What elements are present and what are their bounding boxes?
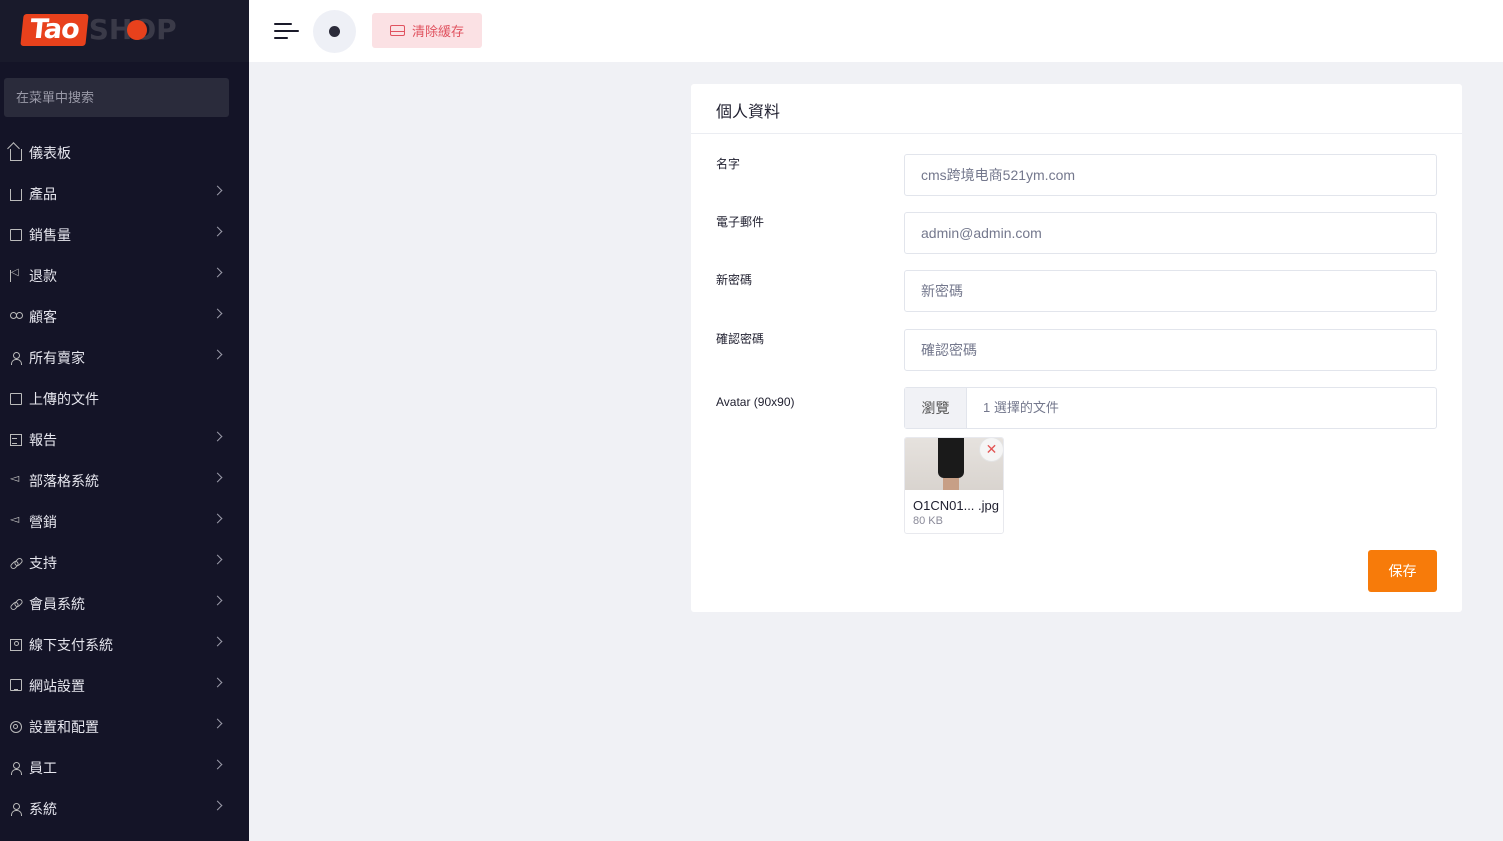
new-password-field[interactable]: 新密碼 [904, 270, 1437, 312]
sidebar-item-label: 支持 [29, 554, 57, 571]
chevron-right-icon [212, 349, 223, 360]
sidebar-item-label: 設置和配置 [29, 718, 99, 735]
monitor-icon [10, 678, 22, 691]
chevron-right-icon [212, 431, 223, 442]
email-label: 電子郵件 [716, 215, 765, 229]
confirm-password-label: 確認密碼 [716, 332, 765, 346]
sidebar-item-label: 線下支付系統 [29, 636, 113, 653]
sidebar-item-label: 報告 [29, 431, 57, 448]
topbar: 清除緩存 [249, 0, 1503, 62]
remove-file-icon[interactable]: ✕ [979, 438, 1003, 462]
chevron-right-icon [212, 267, 223, 278]
sidebar-item-label: 部落格系統 [29, 472, 99, 489]
profile-card: 個人資料 名字 cms跨境电商521ym.com 電子郵件 admin@admi… [691, 84, 1462, 612]
chevron-right-icon [212, 185, 223, 196]
clear-cache-label: 清除緩存 [412, 24, 465, 39]
sidebar-item[interactable]: 儀表板 [0, 132, 249, 173]
sidebar-item-label: 退款 [29, 267, 57, 284]
sidebar-menu: 儀表板產品銷售量退款顧客所有賣家上傳的文件報告部落格系統營銷支持會員系統線下支付… [0, 132, 249, 829]
language-button[interactable] [313, 10, 356, 53]
link-icon [10, 598, 22, 610]
chevron-right-icon [212, 513, 223, 524]
save-button[interactable]: 保存 [1368, 550, 1437, 592]
megaphone-icon [10, 512, 22, 528]
sidebar-item-label: 會員系統 [29, 595, 85, 612]
sidebar-item[interactable]: 營銷 [0, 501, 249, 542]
home-icon [10, 148, 22, 161]
sidebar: TaoSHOP 在菜單中搜索 儀表板產品銷售量退款顧客所有賣家上傳的文件報告部落… [0, 0, 249, 841]
sidebar-item-label: 上傳的文件 [29, 390, 99, 407]
chevron-right-icon [212, 636, 223, 647]
file-size: 80 KB [913, 515, 943, 527]
menu-search-input[interactable]: 在菜單中搜索 [4, 78, 229, 117]
sidebar-item[interactable]: 部落格系統 [0, 460, 249, 501]
user-icon [10, 761, 22, 775]
sidebar-item[interactable]: 系統 [0, 788, 249, 829]
chevron-right-icon [212, 308, 223, 319]
link-icon [10, 557, 22, 569]
sidebar-item[interactable]: 員工 [0, 747, 249, 788]
logo-tao: Tao [20, 14, 89, 46]
users-icon [10, 311, 23, 323]
sidebar-item[interactable]: 支持 [0, 542, 249, 583]
chevron-right-icon [212, 677, 223, 688]
avatar-label: Avatar (90x90) [716, 395, 795, 409]
browse-button[interactable]: 瀏覽 [905, 388, 967, 428]
user-icon [10, 802, 22, 816]
cart-icon [10, 188, 22, 201]
email-field[interactable]: admin@admin.com [904, 212, 1437, 254]
sidebar-item[interactable]: 上傳的文件 [0, 378, 249, 419]
megaphone-icon [10, 471, 22, 487]
sidebar-item-label: 產品 [29, 185, 57, 202]
sidebar-item-label: 顧客 [29, 308, 57, 325]
chevron-right-icon [212, 759, 223, 770]
sidebar-item-label: 員工 [29, 759, 57, 776]
menu-toggle-icon[interactable] [274, 21, 299, 41]
sidebar-item[interactable]: 所有賣家 [0, 337, 249, 378]
chevron-right-icon [212, 554, 223, 565]
gear-icon [10, 720, 22, 733]
chevron-right-icon [212, 226, 223, 237]
sidebar-item[interactable]: 顧客 [0, 296, 249, 337]
sidebar-item[interactable]: 報告 [0, 419, 249, 460]
file-icon [10, 392, 22, 405]
sidebar-item[interactable]: 銷售量 [0, 214, 249, 255]
sidebar-item-label: 銷售量 [29, 226, 71, 243]
sidebar-item[interactable]: 會員系統 [0, 583, 249, 624]
refund-icon [10, 267, 22, 282]
report-icon [10, 433, 22, 446]
new-password-label: 新密碼 [716, 273, 753, 287]
user-icon [10, 351, 22, 365]
sidebar-item-label: 網站設置 [29, 677, 85, 694]
avatar-preview: ✕ O1CN01... .jpg 80 KB [904, 437, 1004, 534]
sidebar-item[interactable]: 退款 [0, 255, 249, 296]
sidebar-item-label: 所有賣家 [29, 349, 85, 366]
name-label: 名字 [716, 157, 741, 171]
confirm-password-field[interactable]: 確認密碼 [904, 329, 1437, 371]
chevron-right-icon [212, 718, 223, 729]
chevron-right-icon [212, 800, 223, 811]
file-selected-text: 1 選擇的文件 [983, 400, 1059, 415]
sidebar-item[interactable]: 線下支付系統 [0, 624, 249, 665]
clear-cache-button[interactable]: 清除緩存 [372, 13, 482, 48]
avatar-file-input[interactable]: 瀏覽 1 選擇的文件 [904, 387, 1437, 429]
chevron-right-icon [212, 595, 223, 606]
name-field[interactable]: cms跨境电商521ym.com [904, 154, 1437, 196]
logo[interactable]: TaoSHOP [0, 0, 249, 62]
sidebar-item-label: 營銷 [29, 513, 57, 530]
tray-icon [390, 25, 405, 36]
file-name: O1CN01... .jpg [913, 498, 999, 513]
sidebar-item-label: 系統 [29, 800, 57, 817]
chevron-right-icon [212, 472, 223, 483]
money-icon [10, 638, 22, 651]
sidebar-item[interactable]: 網站設置 [0, 665, 249, 706]
bill-icon [10, 228, 22, 241]
logo-cart-icon [126, 20, 147, 40]
globe-icon [329, 26, 340, 37]
sidebar-item[interactable]: 產品 [0, 173, 249, 214]
logo-shop: SHOP [89, 14, 177, 46]
sidebar-item-label: 儀表板 [29, 144, 71, 161]
profile-title: 個人資料 [691, 84, 1462, 134]
sidebar-item[interactable]: 設置和配置 [0, 706, 249, 747]
